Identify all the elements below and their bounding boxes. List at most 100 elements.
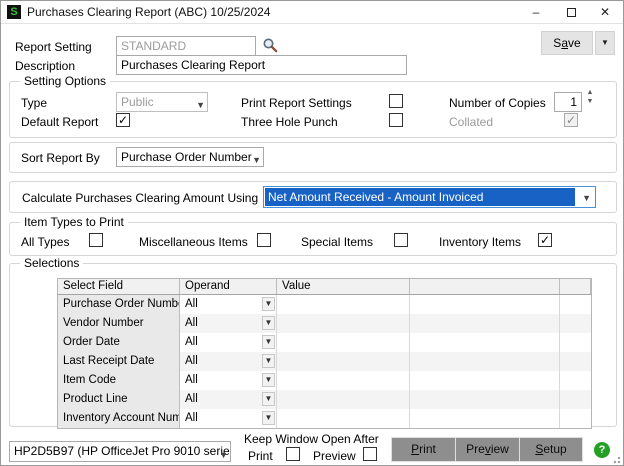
spacer-cell [560, 333, 591, 352]
operand-cell[interactable]: All ▼ [180, 295, 277, 314]
select-field-cell: Item Code [58, 371, 180, 390]
operand-value: All [185, 298, 198, 310]
printer-select[interactable]: HP2D5B97 (HP OfficeJet Pro 9010 series)▼ [9, 441, 231, 462]
help-icon[interactable]: ? [594, 442, 610, 458]
operand-dropdown-icon[interactable]: ▼ [262, 335, 275, 349]
three-hole-punch-label: Three Hole Punch [241, 115, 338, 129]
operand-value: All [185, 317, 198, 329]
print-report-settings-checkbox[interactable] [389, 94, 403, 108]
operand-cell[interactable]: All▼ [180, 352, 277, 371]
special-items-checkbox[interactable] [394, 233, 408, 247]
value-cell[interactable] [277, 333, 410, 352]
preview-label-pre: Pre [466, 442, 485, 456]
preview-button[interactable]: Preview [455, 437, 519, 462]
spacer-cell [560, 371, 591, 390]
setting-options-title: Setting Options [20, 74, 110, 88]
sort-report-by-combo[interactable]: Purchase Order Number▼ [116, 147, 264, 167]
table-row: Order Date All▼ [58, 333, 591, 352]
keep-open-print-checkbox[interactable] [286, 447, 300, 461]
print-label-mnemonic: P [411, 442, 419, 456]
table-row: Vendor Number All ▼ [58, 314, 591, 333]
operand-dropdown-icon[interactable]: ▼ [262, 373, 275, 387]
operand-dropdown-icon[interactable]: ▼ [262, 411, 275, 425]
operand-cell[interactable]: All▼ [180, 371, 277, 390]
operand-cell[interactable]: All ▼ [180, 314, 277, 333]
select-field-cell: Product Line [58, 390, 180, 409]
table-row: Purchase Order Number All ▼ [58, 295, 591, 314]
default-report-checkbox[interactable] [116, 113, 130, 127]
value-cell[interactable] [277, 409, 410, 428]
calculate-group: Calculate Purchases Clearing Amount Usin… [9, 181, 617, 213]
selections-group: Selections Select Field Operand Value Pu… [9, 263, 617, 427]
save-dropdown-button[interactable]: ▼ [595, 31, 615, 55]
setup-button[interactable]: Setup [519, 437, 583, 462]
report-setting-field[interactable]: STANDARD [116, 36, 256, 56]
miscellaneous-items-checkbox[interactable] [257, 233, 271, 247]
value-cell[interactable] [277, 371, 410, 390]
selections-title: Selections [20, 256, 83, 270]
special-items-label: Special Items [301, 235, 373, 249]
purchases-clearing-report-window: S Purchases Clearing Report (ABC) 10/25/… [0, 0, 624, 466]
description-label: Description [15, 59, 75, 73]
keep-window-open-label: Keep Window Open After [244, 432, 379, 446]
selections-table: Select Field Operand Value Purchase Orde… [57, 278, 592, 429]
table-row: Inventory Account Number All▼ [58, 409, 591, 428]
print-report-settings-label: Print Report Settings [241, 96, 352, 110]
type-combo[interactable]: Public▼ [116, 92, 208, 112]
column-header-spacer [560, 279, 591, 294]
inventory-items-checkbox[interactable] [538, 233, 552, 247]
item-types-title: Item Types to Print [20, 215, 128, 229]
select-field-cell: Inventory Account Number [58, 409, 180, 428]
collated-label: Collated [449, 115, 493, 129]
report-setting-label: Report Setting [15, 40, 92, 54]
operand-cell[interactable]: All ▼ [180, 390, 277, 409]
setup-label-post: etup [543, 442, 566, 456]
value-cell[interactable] [277, 314, 410, 333]
print-label-post: rint [419, 442, 436, 456]
operand-dropdown-icon[interactable]: ▼ [262, 297, 275, 311]
selections-header-row: Select Field Operand Value [58, 279, 591, 295]
select-field-cell: Vendor Number [58, 314, 180, 333]
extra-cell [410, 314, 560, 333]
close-button[interactable]: ✕ [588, 1, 622, 24]
value-cell[interactable] [277, 295, 410, 314]
spacer-cell [560, 390, 591, 409]
keep-open-preview-checkbox[interactable] [363, 447, 377, 461]
default-report-label: Default Report [21, 115, 98, 129]
sort-report-by-value: Purchase Order Number [121, 150, 252, 164]
operand-cell[interactable]: All▼ [180, 409, 277, 428]
save-button[interactable]: Save [541, 31, 593, 55]
operand-dropdown-icon[interactable]: ▼ [262, 316, 275, 330]
operand-cell[interactable]: All▼ [180, 333, 277, 352]
all-types-checkbox[interactable] [89, 233, 103, 247]
operand-value: All [185, 393, 198, 405]
operand-dropdown-icon[interactable]: ▼ [262, 392, 275, 406]
number-of-copies-field[interactable]: 1 [554, 92, 582, 112]
calculate-value: Net Amount Received - Amount Invoiced [265, 188, 575, 206]
select-field-cell: Purchase Order Number [58, 295, 180, 314]
inventory-items-label: Inventory Items [439, 235, 521, 249]
printer-value: HP2D5B97 (HP OfficeJet Pro 9010 series) [14, 444, 231, 458]
preview-label-post: iew [491, 442, 509, 456]
table-row: Item Code All▼ [58, 371, 591, 390]
calculate-label: Calculate Purchases Clearing Amount Usin… [22, 191, 258, 205]
save-label-post: ve [568, 36, 581, 50]
minimize-button[interactable]: – [519, 1, 553, 24]
three-hole-punch-checkbox[interactable] [389, 113, 403, 127]
calculate-combo[interactable]: Net Amount Received - Amount Invoiced ▼ [263, 186, 596, 208]
number-of-copies-spinner[interactable]: ▲▼ [584, 88, 596, 108]
collated-checkbox [564, 113, 578, 127]
print-button[interactable]: Print [391, 437, 455, 462]
lookup-magnifier-icon[interactable] [262, 37, 278, 53]
extra-cell [410, 295, 560, 314]
value-cell[interactable] [277, 390, 410, 409]
type-value: Public [121, 95, 154, 109]
value-cell[interactable] [277, 352, 410, 371]
description-field[interactable]: Purchases Clearing Report [116, 55, 407, 75]
spacer-cell [560, 409, 591, 428]
operand-dropdown-icon[interactable]: ▼ [262, 354, 275, 368]
spacer-cell [560, 295, 591, 314]
resize-grip[interactable] [611, 454, 621, 464]
maximize-button[interactable] [554, 1, 588, 24]
type-label: Type [21, 96, 47, 110]
